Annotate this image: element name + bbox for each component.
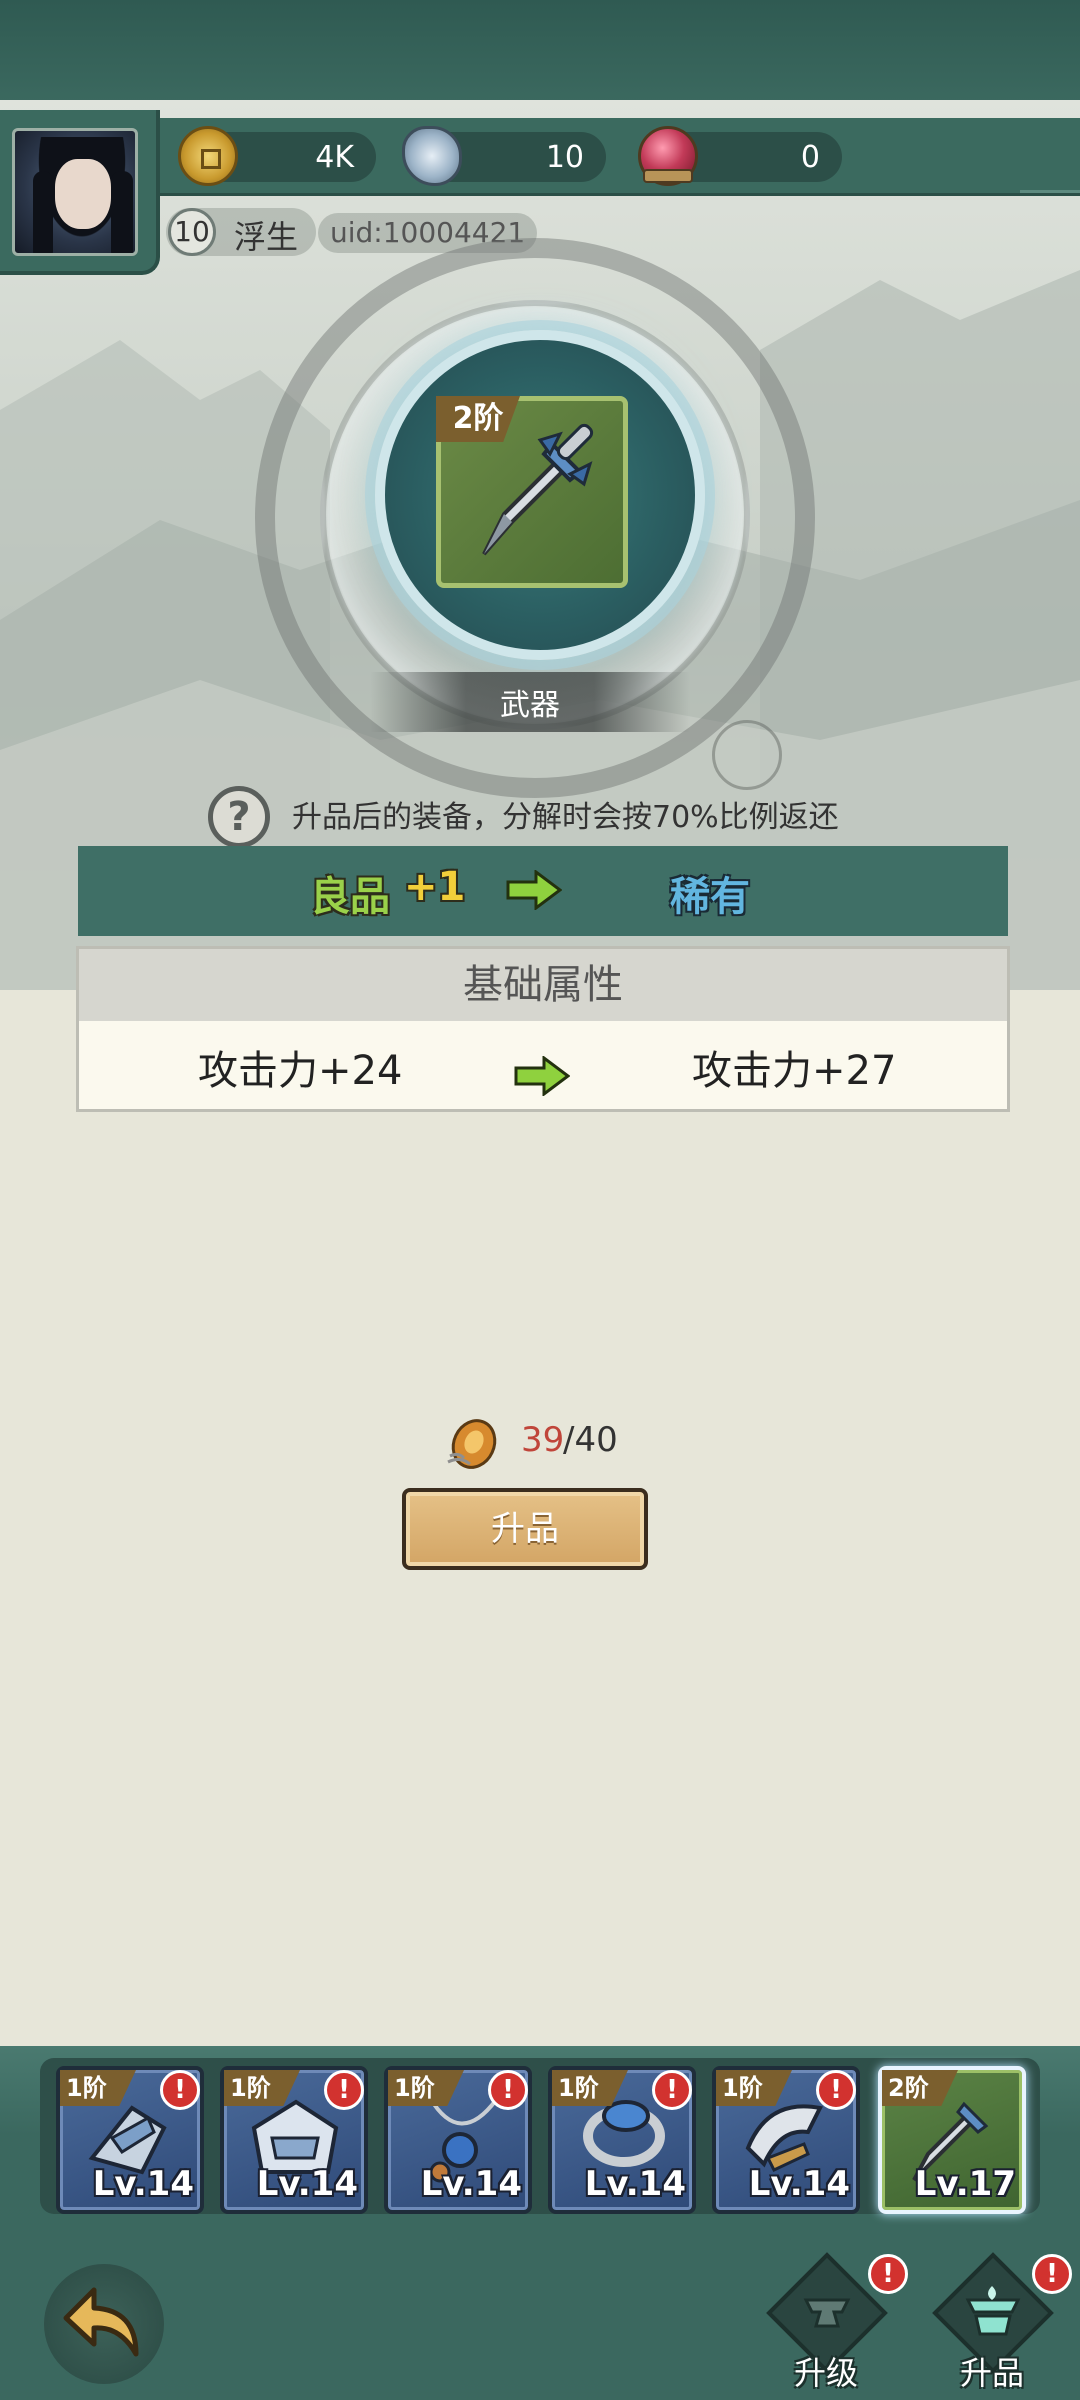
player-level: 10 (168, 208, 216, 256)
slot-level: Lv.14 (748, 2164, 850, 2204)
quality-from: 良品 (310, 874, 390, 920)
orb-value: 0 (800, 140, 820, 175)
arrow-right-icon (506, 870, 562, 910)
promote-furnace-icon (965, 2286, 1021, 2336)
slot-level: Lv.14 (420, 2164, 522, 2204)
alert-icon: ! (652, 2070, 692, 2110)
slot-label: 武器 (500, 688, 560, 723)
orb-currency[interactable]: 0 (638, 126, 842, 186)
alert-icon: ! (488, 2070, 528, 2110)
crystal-value: 10 (545, 140, 584, 175)
top-band (0, 0, 1080, 110)
attribute-from: 攻击力+24 (198, 1048, 403, 1094)
gold-currency[interactable]: 4K (178, 126, 376, 186)
alert-icon: ! (868, 2254, 908, 2294)
back-button[interactable] (44, 2264, 164, 2384)
material-need: /40 (563, 1420, 618, 1460)
help-icon[interactable]: ? (208, 786, 270, 848)
material-icon (447, 1419, 497, 1469)
alert-icon: ! (160, 2070, 200, 2110)
avatar[interactable] (12, 128, 138, 256)
yinyang-icon (712, 720, 782, 790)
alert-icon: ! (324, 2070, 364, 2110)
promote-nav-label: 升品 (959, 2354, 1024, 2392)
quality-from-bonus: +1 (404, 864, 466, 910)
arrow-right-icon (514, 1056, 570, 1096)
upgrade-nav-label: 升级 (793, 2354, 858, 2392)
slot-level: Lv.14 (92, 2164, 194, 2204)
material-have: 39 (521, 1420, 565, 1460)
promote-button[interactable]: 升品 (402, 1488, 648, 1570)
gold-value: 4K (315, 140, 354, 175)
slot-level: Lv.17 (914, 2164, 1016, 2204)
anvil-icon (803, 2298, 851, 2328)
equipment-slot-weapon[interactable]: 2阶 Lv.17 (878, 2066, 1026, 2214)
coin-icon (178, 126, 238, 186)
orb-icon (638, 126, 698, 186)
slot-level: Lv.14 (256, 2164, 358, 2204)
alert-icon: ! (816, 2070, 856, 2110)
slot-level: Lv.14 (584, 2164, 686, 2204)
player-name: 浮生 (234, 218, 299, 256)
info-text: 升品后的装备，分解时会按70%比例返还 (292, 800, 839, 835)
back-arrow-icon (63, 2287, 139, 2357)
alert-icon: ! (1032, 2254, 1072, 2294)
attribute-title: 基础属性 (463, 962, 623, 1008)
crystal-currency[interactable]: 10 (402, 126, 606, 186)
attribute-to: 攻击力+27 (692, 1048, 897, 1094)
quality-to: 稀有 (670, 874, 750, 920)
